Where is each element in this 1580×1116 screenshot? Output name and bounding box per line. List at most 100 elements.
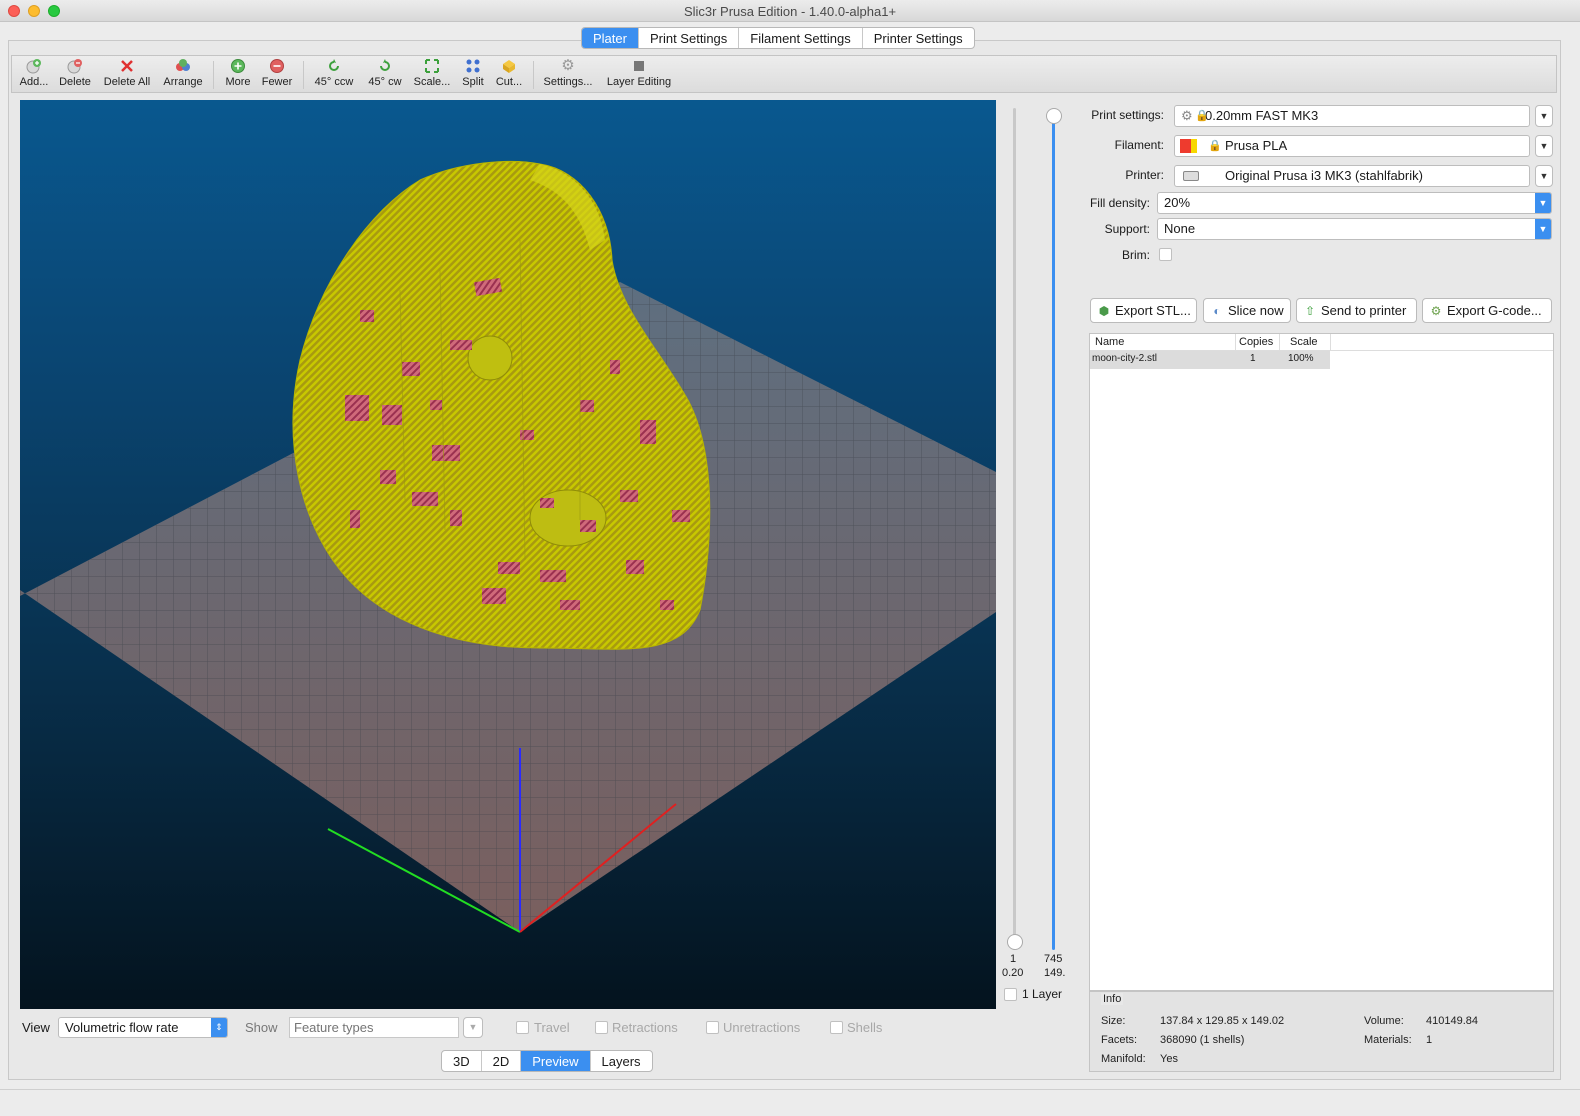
volume-label: Volume: bbox=[1364, 1015, 1404, 1027]
info-title: Info bbox=[1101, 993, 1124, 1005]
feature-types-dropdown[interactable]: ▼ bbox=[463, 1017, 483, 1038]
filament-color-swatch bbox=[1180, 139, 1191, 153]
arrange-button[interactable]: Arrange bbox=[160, 58, 206, 88]
tab-layers[interactable]: Layers bbox=[591, 1051, 652, 1071]
size-value: 137.84 x 129.85 x 149.02 bbox=[1160, 1015, 1285, 1027]
unretractions-checkbox[interactable] bbox=[706, 1021, 719, 1034]
printer-select[interactable]: Original Prusa i3 MK3 (stahlfabrik) bbox=[1174, 165, 1530, 187]
status-bar bbox=[0, 1089, 1580, 1116]
object-list[interactable]: Name Copies Scale moon-city-2.stl 1 100% bbox=[1089, 333, 1554, 991]
export-gcode-button[interactable]: ⚙ Export G-code... bbox=[1422, 298, 1552, 323]
filament-color-swatch bbox=[1191, 139, 1197, 153]
tab-plater[interactable]: Plater bbox=[582, 28, 639, 48]
arrange-icon bbox=[175, 58, 191, 74]
export-stl-button[interactable]: ⬢ Export STL... bbox=[1090, 298, 1197, 323]
object-copies: 1 bbox=[1250, 353, 1256, 364]
filament-select[interactable]: 🔒 Prusa PLA bbox=[1174, 135, 1530, 157]
fill-density-combo[interactable]: 20% ▼ bbox=[1157, 192, 1552, 214]
cut-button[interactable]: Cut... bbox=[492, 58, 526, 88]
toolbar-separator bbox=[533, 61, 534, 89]
chevron-down-icon: ▼ bbox=[1539, 111, 1549, 121]
materials-value: 1 bbox=[1426, 1034, 1433, 1046]
top-layer-number: 745 bbox=[1044, 953, 1063, 965]
column-divider bbox=[1279, 334, 1280, 351]
minus-circle-icon bbox=[269, 58, 285, 74]
lower-slider-track bbox=[1013, 108, 1016, 942]
print-settings-label: Print settings: bbox=[1091, 108, 1164, 122]
gear-icon: ⚙ bbox=[1181, 108, 1193, 123]
tab-print-settings[interactable]: Print Settings bbox=[639, 28, 740, 48]
list-header: Name Copies Scale bbox=[1090, 334, 1553, 351]
tab-filament-settings[interactable]: Filament Settings bbox=[739, 28, 863, 48]
delete-all-button[interactable]: Delete All bbox=[100, 58, 154, 88]
feature-types-input[interactable] bbox=[289, 1017, 459, 1038]
tab-3d[interactable]: 3D bbox=[442, 1051, 482, 1071]
retractions-checkbox[interactable] bbox=[595, 1021, 608, 1034]
more-button[interactable]: More bbox=[222, 58, 254, 88]
support-label: Support: bbox=[1104, 222, 1150, 236]
settings-button[interactable]: ⚙ Settings... bbox=[540, 57, 596, 89]
column-header-copies[interactable]: Copies bbox=[1239, 336, 1273, 348]
view-type-select[interactable]: Volumetric flow rate ⇕ bbox=[58, 1017, 228, 1038]
chevron-down-icon: ▼ bbox=[1539, 171, 1549, 181]
export-gcode-icon: ⚙ bbox=[1430, 304, 1442, 318]
brim-checkbox[interactable] bbox=[1159, 248, 1172, 261]
column-header-scale[interactable]: Scale bbox=[1290, 336, 1318, 348]
slice-icon: ◐ bbox=[1213, 304, 1221, 318]
tab-preview[interactable]: Preview bbox=[521, 1051, 591, 1071]
export-stl-icon: ⬢ bbox=[1098, 304, 1110, 318]
info-panel: Info Size: 137.84 x 129.85 x 149.02 Volu… bbox=[1089, 991, 1554, 1072]
delete-button[interactable]: Delete bbox=[56, 58, 94, 88]
split-button[interactable]: Split bbox=[458, 58, 488, 88]
facets-label: Facets: bbox=[1101, 1034, 1138, 1046]
delete-all-icon bbox=[119, 58, 135, 74]
lower-slider-handle[interactable] bbox=[1007, 934, 1023, 950]
chevron-down-icon[interactable]: ▼ bbox=[1535, 219, 1551, 239]
gear-icon: ⚙ bbox=[561, 57, 575, 74]
size-label: Size: bbox=[1101, 1015, 1126, 1027]
plus-circle-icon bbox=[230, 58, 246, 74]
add-button[interactable]: Add... bbox=[17, 58, 51, 88]
printer-dropdown[interactable]: ▼ bbox=[1535, 165, 1553, 187]
shells-label: Shells bbox=[847, 1020, 883, 1035]
rotate-ccw-button[interactable]: 45° ccw bbox=[310, 58, 358, 88]
manifold-value: Yes bbox=[1160, 1053, 1178, 1065]
one-layer-checkbox[interactable] bbox=[1004, 988, 1017, 1001]
layer-editing-icon bbox=[631, 58, 647, 74]
send-to-printer-button[interactable]: ⇧ Send to printer bbox=[1296, 298, 1417, 323]
column-header-name[interactable]: Name bbox=[1095, 336, 1124, 348]
shells-checkbox[interactable] bbox=[830, 1021, 843, 1034]
show-label: Show bbox=[245, 1020, 278, 1035]
printer-label: Printer: bbox=[1125, 168, 1164, 182]
object-name: moon-city-2.stl bbox=[1092, 353, 1158, 364]
travel-checkbox[interactable] bbox=[516, 1021, 529, 1034]
upper-slider-handle[interactable] bbox=[1046, 108, 1062, 124]
filament-dropdown[interactable]: ▼ bbox=[1535, 135, 1553, 157]
layer-slider[interactable]: 1 0.20 745 149. 1 Layer bbox=[1002, 100, 1077, 1010]
rotate-cw-button[interactable]: 45° cw bbox=[364, 58, 406, 88]
chevron-down-icon: ▼ bbox=[1539, 141, 1549, 151]
slice-now-button[interactable]: ◐ Slice now bbox=[1203, 298, 1291, 323]
layer-editing-button[interactable]: Layer Editing bbox=[603, 58, 675, 88]
support-combo[interactable]: None ▼ bbox=[1157, 218, 1552, 240]
tab-2d[interactable]: 2D bbox=[482, 1051, 522, 1071]
toolbar-separator bbox=[303, 61, 304, 89]
print-settings-select[interactable]: ⚙ 🔒 0.20mm FAST MK3 bbox=[1174, 105, 1530, 127]
volume-value: 410149.84 bbox=[1426, 1015, 1478, 1027]
filament-label: Filament: bbox=[1114, 138, 1164, 152]
table-row[interactable]: moon-city-2.stl 1 100% bbox=[1090, 351, 1330, 369]
fewer-button[interactable]: Fewer bbox=[259, 58, 295, 88]
title-bar: Slic3r Prusa Edition - 1.40.0-alpha1+ bbox=[0, 0, 1580, 22]
top-layer-height: 149. bbox=[1044, 967, 1066, 979]
window-title: Slic3r Prusa Edition - 1.40.0-alpha1+ bbox=[683, 4, 897, 19]
print-settings-dropdown[interactable]: ▼ bbox=[1535, 105, 1553, 127]
tab-printer-settings[interactable]: Printer Settings bbox=[863, 28, 974, 48]
split-icon bbox=[465, 58, 481, 74]
unretractions-label: Unretractions bbox=[723, 1020, 801, 1035]
chevron-down-icon[interactable]: ▼ bbox=[1535, 193, 1551, 213]
rotate-cw-icon bbox=[377, 58, 393, 74]
3d-preview-canvas[interactable] bbox=[20, 100, 996, 1009]
scale-button[interactable]: Scale... bbox=[412, 58, 452, 88]
sliced-model bbox=[292, 160, 711, 650]
manifold-label: Manifold: bbox=[1101, 1053, 1146, 1065]
